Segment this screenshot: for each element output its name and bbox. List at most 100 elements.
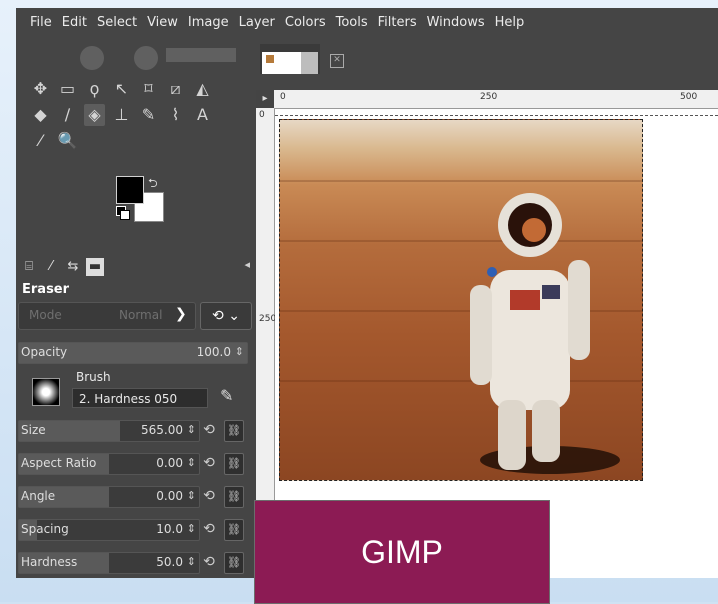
opacity-slider[interactable]: Opacity 100.0 ⇕ [18,342,248,364]
opacity-label: Opacity [21,345,68,359]
link-spacing-icon[interactable]: ⛓ [224,519,244,541]
mode-row: Mode Normal ❯ ⟲ ⌄ [18,302,252,330]
menubar: File Edit Select View Image Layer Colors… [16,8,718,38]
spacing-slider[interactable]: Spacing 10.0 ⇕ [18,519,200,541]
vruler-label-250: 250 [259,314,277,324]
link-hardness-icon[interactable]: ⛓ [224,552,244,574]
astronaut-photo[interactable] [279,119,643,481]
tool-row-1: ✥ ▭ ϙ ↖ ⌑ ⧄ ◭ [30,78,213,100]
reset-size-icon[interactable]: ⟲ [200,420,218,440]
free-select-tool-icon[interactable]: ϙ [84,78,105,100]
menu-file[interactable]: File [16,8,57,38]
menu-view[interactable]: View [142,8,183,38]
opacity-value: 100.0 [196,345,231,359]
aspect-ratio-slider[interactable]: Aspect Ratio 0.00 ⇕ [18,453,200,475]
spin-arrows-icon[interactable]: ⇕ [187,522,196,535]
hardness-slider[interactable]: Hardness 50.0 ⇕ [18,552,200,574]
menu-colors[interactable]: Colors [280,8,331,38]
angle-label: Angle [21,489,56,503]
fuzzy-select-tool-icon[interactable]: ↖ [111,78,132,100]
edit-brush-icon[interactable]: ✎ [220,386,233,405]
menu-edit[interactable]: Edit [57,8,92,38]
clone-tool-icon[interactable]: ⊥ [111,104,132,126]
undo-history-tab-icon[interactable]: ⇆ [64,258,82,276]
gimp-label: GIMP [361,534,443,570]
quickmask-toggle-icon[interactable]: ▸ [256,90,274,108]
reset-spacing-icon[interactable]: ⟲ [200,519,218,539]
size-value: 565.00 [141,423,183,437]
unified-transform-tool-icon[interactable]: ⧄ [165,78,186,100]
spin-arrows-icon[interactable]: ⇕ [235,345,244,358]
ruler-label-500: 500 [680,92,698,102]
menu-windows[interactable]: Windows [422,8,490,38]
tool-options-title: Eraser [22,282,70,297]
angle-slider[interactable]: Angle 0.00 ⇕ [18,486,200,508]
text-tool-icon[interactable]: A [192,104,213,126]
mode-value: Normal [119,308,163,322]
angle-value: 0.00 [156,489,183,503]
image-tab[interactable] [260,44,320,74]
canvas-boundary [275,115,718,117]
paths-tool-icon[interactable]: ⌇ [165,104,186,126]
dock-tabs: ⌸ ⁄ ⇆ ▬ ◂ [16,256,260,278]
move-tool-icon[interactable]: ✥ [30,78,51,100]
mode-dropdown[interactable]: Mode Normal ❯ [18,302,196,330]
mode-label: Mode [29,308,62,322]
menu-select[interactable]: Select [92,8,142,38]
swap-colors-icon[interactable]: ⮌ [148,174,158,195]
eraser-tool-icon[interactable]: ◈ [84,104,105,126]
ruler-label-250: 250 [480,92,498,102]
aspect-ratio-label: Aspect Ratio [21,456,97,470]
reset-angle-icon[interactable]: ⟲ [200,486,218,506]
chevron-down-icon: ❯ [175,306,187,322]
spacing-value: 10.0 [156,522,183,536]
spin-arrows-icon[interactable]: ⇕ [187,456,196,469]
image-window: ✕ ▸ 0 250 500 0 250 [256,38,718,578]
reset-hardness-icon[interactable]: ⟲ [200,552,218,572]
spacing-label: Spacing [21,522,69,536]
device-status-tab-icon[interactable]: ⁄ [42,258,60,276]
brush-name-field[interactable]: 2. Hardness 050 [72,388,208,408]
menu-layer[interactable]: Layer [234,8,280,38]
zoom-tool-icon[interactable]: 🔍 [57,130,78,152]
panel-menu-icon[interactable]: ◂ [244,258,250,271]
gimp-label-box: GIMP [254,500,550,604]
mode-options-button[interactable]: ⟲ ⌄ [200,302,252,330]
smudge-tool-icon[interactable]: ✎ [138,104,159,126]
crop-tool-icon[interactable]: ⌑ [138,78,159,100]
rect-select-tool-icon[interactable]: ▭ [57,78,78,100]
astronaut-figure [470,193,620,474]
menu-help[interactable]: Help [490,8,530,38]
menu-filters[interactable]: Filters [373,8,422,38]
reset-aspect-ratio-icon[interactable]: ⟲ [200,453,218,473]
default-colors-icon[interactable] [116,206,130,220]
close-tab-icon[interactable]: ✕ [330,54,344,68]
images-tab-icon[interactable]: ▬ [86,258,104,276]
size-slider[interactable]: Size 565.00 ⇕ [18,420,200,442]
tool-options-tab-icon[interactable]: ⌸ [20,258,38,276]
warp-transform-tool-icon[interactable]: ◭ [192,78,213,100]
menu-tools[interactable]: Tools [331,8,373,38]
link-aspect-ratio-icon[interactable]: ⛓ [224,453,244,475]
spin-arrows-icon[interactable]: ⇕ [187,423,196,436]
horizontal-ruler: 0 250 500 [274,90,718,109]
spin-arrows-icon[interactable]: ⇕ [187,555,196,568]
vruler-label-0: 0 [259,110,265,120]
ruler-label-0: 0 [280,92,286,102]
tool-row-2: ◆ ∕ ◈ ⊥ ✎ ⌇ A [30,104,213,126]
paintbrush-tool-icon[interactable]: ∕ [57,104,78,126]
brush-label: Brush [76,370,111,384]
size-label: Size [21,423,46,437]
brush-selector: Brush 2. Hardness 050 ✎ [18,368,250,412]
menu-image[interactable]: Image [183,8,234,38]
brush-preview[interactable] [32,378,60,406]
link-size-icon[interactable]: ⛓ [224,420,244,442]
hardness-label: Hardness [21,555,78,569]
foreground-color-swatch[interactable] [116,176,144,204]
color-picker-tool-icon[interactable]: ⁄ [30,130,51,152]
bucket-fill-tool-icon[interactable]: ◆ [30,104,51,126]
aspect-ratio-value: 0.00 [156,456,183,470]
spin-arrows-icon[interactable]: ⇕ [187,489,196,502]
link-angle-icon[interactable]: ⛓ [224,486,244,508]
wilber-watermark-icon [80,46,236,70]
